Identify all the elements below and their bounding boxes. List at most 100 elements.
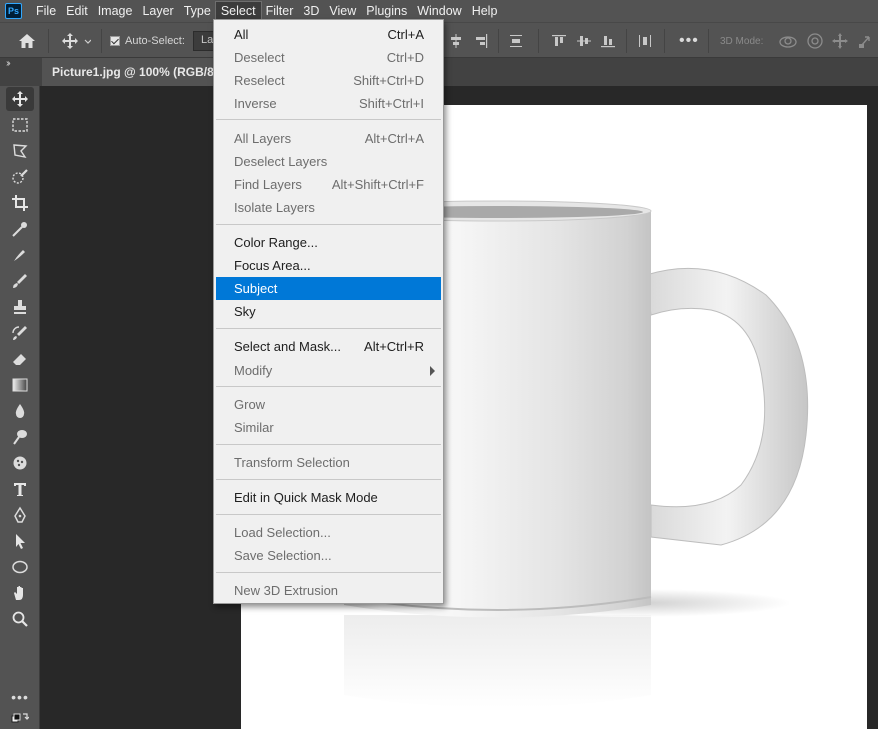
type-icon (14, 483, 26, 496)
align-right-edges-icon[interactable] (474, 34, 488, 48)
healing-brush-icon (14, 250, 25, 261)
marquee-tool[interactable] (6, 113, 34, 137)
shortcut-label: Ctrl+A (387, 27, 424, 42)
menu-item-load-selection[interactable]: Load Selection... (216, 521, 441, 544)
home-icon[interactable] (18, 23, 36, 59)
menu-separator (216, 224, 441, 225)
menu-item-modify[interactable]: Modify (216, 359, 441, 382)
photoshop-logo-icon[interactable]: Ps (5, 3, 22, 19)
healing-brush-tool[interactable] (6, 243, 34, 267)
brush-tool[interactable] (6, 269, 34, 293)
type-tool[interactable] (6, 477, 34, 501)
dodge-tool[interactable] (6, 425, 34, 449)
align-vertical-center-icon[interactable] (577, 34, 591, 48)
document-tab[interactable]: Picture1.jpg @ 100% (RGB/8#) (42, 58, 235, 86)
blur-icon (15, 404, 25, 418)
more-options-icon[interactable]: ••• (679, 23, 699, 59)
menu-filter[interactable]: Filter (261, 2, 299, 20)
crop-icon (12, 195, 28, 211)
distribute-horizontal-icon[interactable] (638, 34, 652, 48)
menu-item-label: Save Selection... (234, 548, 332, 563)
eraser-tool[interactable] (6, 347, 34, 371)
menu-view[interactable]: View (324, 2, 361, 20)
distribute-vertical-icon[interactable] (509, 34, 523, 48)
menu-item-subject[interactable]: Subject (216, 277, 441, 300)
menu-edit[interactable]: Edit (61, 2, 93, 20)
shortcut-label: Shift+Ctrl+D (353, 73, 424, 88)
eyedropper-tool[interactable] (6, 217, 34, 241)
menu-item-label: Sky (234, 304, 256, 319)
menu-separator (216, 119, 441, 120)
path-selection-tool[interactable] (6, 529, 34, 553)
menu-type[interactable]: Type (179, 2, 216, 20)
menu-item-quick-mask-mode[interactable]: Edit in Quick Mask Mode (216, 486, 441, 509)
more-tools[interactable]: ••• (6, 685, 34, 709)
zoom-icon (12, 611, 28, 627)
menu-image[interactable]: Image (93, 2, 138, 20)
move-tool[interactable] (6, 87, 34, 111)
menu-item-transform-selection[interactable]: Transform Selection (216, 451, 441, 474)
sponge-tool[interactable] (6, 451, 34, 475)
shortcut-label: Ctrl+D (386, 50, 424, 65)
auto-select-checkbox[interactable]: Auto-Select: (110, 23, 185, 59)
menu-item-sky[interactable]: Sky (216, 300, 441, 323)
menu-item-all[interactable]: All Ctrl+A (216, 23, 441, 46)
align-horizontal-center-icon[interactable] (449, 34, 463, 48)
menu-file[interactable]: File (31, 2, 61, 20)
menu-item-find-layers[interactable]: Find Layers Alt+Shift+Ctrl+F (216, 173, 441, 196)
shortcut-label: Alt+Shift+Ctrl+F (331, 177, 424, 192)
shape-tool[interactable] (6, 555, 34, 579)
menu-item-similar[interactable]: Similar (216, 416, 441, 439)
history-brush-icon (12, 326, 27, 340)
default-colors[interactable] (6, 710, 34, 726)
menu-plugins[interactable]: Plugins (361, 2, 412, 20)
gradient-tool[interactable] (6, 373, 34, 397)
quick-select-tool[interactable] (6, 165, 34, 189)
menu-layer[interactable]: Layer (137, 2, 178, 20)
menu-item-reselect[interactable]: Reselect Shift+Ctrl+D (216, 69, 441, 92)
3d-roll-icon[interactable] (806, 32, 824, 50)
marquee-icon (12, 118, 28, 132)
menu-item-inverse[interactable]: Inverse Shift+Ctrl+I (216, 92, 441, 115)
submenu-arrow-icon (430, 366, 435, 376)
move-tool-preset-icon[interactable] (61, 23, 91, 59)
divider (626, 29, 627, 53)
menu-3d[interactable]: 3D (298, 2, 324, 20)
menu-window[interactable]: Window (412, 2, 466, 20)
menu-item-label: Find Layers (234, 177, 302, 192)
menu-item-label: All (234, 27, 249, 42)
menu-item-all-layers[interactable]: All Layers Alt+Ctrl+A (216, 127, 441, 150)
zoom-tool[interactable] (6, 607, 34, 631)
menu-item-grow[interactable]: Grow (216, 393, 441, 416)
lasso-tool[interactable] (6, 139, 34, 163)
photoshop-window: Ps File Edit Image Layer Type Select Fil… (0, 0, 878, 729)
3d-pan-icon[interactable] (831, 32, 849, 50)
menu-item-new-3d-extrusion[interactable]: New 3D Extrusion (216, 579, 441, 602)
pen-tool[interactable] (6, 503, 34, 527)
menu-item-label: Grow (234, 397, 266, 412)
clone-stamp-tool[interactable] (6, 295, 34, 319)
checkbox-icon (110, 36, 120, 46)
menu-help[interactable]: Help (467, 2, 503, 20)
menu-item-label: Isolate Layers (234, 200, 315, 215)
menu-item-label: Focus Area... (234, 258, 311, 273)
menu-item-color-range[interactable]: Color Range... (216, 231, 441, 254)
align-bottom-edges-icon[interactable] (601, 34, 615, 48)
menu-item-save-selection[interactable]: Save Selection... (216, 544, 441, 567)
menu-item-deselect-layers[interactable]: Deselect Layers (216, 150, 441, 173)
menu-select[interactable]: Select (214, 1, 262, 21)
menu-item-isolate-layers[interactable]: Isolate Layers (216, 196, 441, 219)
history-brush-tool[interactable] (6, 321, 34, 345)
3d-slide-icon[interactable] (857, 32, 875, 50)
align-top-edges-icon[interactable] (552, 34, 566, 48)
menu-item-focus-area[interactable]: Focus Area... (216, 254, 441, 277)
crop-tool[interactable] (6, 191, 34, 215)
menu-item-label: Deselect Layers (234, 154, 328, 169)
blur-tool[interactable] (6, 399, 34, 423)
collapse-panels-icon[interactable]: ›› (6, 58, 10, 70)
menu-item-deselect[interactable]: Deselect Ctrl+D (216, 46, 441, 69)
menu-item-select-and-mask[interactable]: Select and Mask... Alt+Ctrl+R (216, 335, 441, 358)
menu-separator (216, 328, 441, 329)
hand-tool[interactable] (6, 581, 34, 605)
3d-orbit-icon[interactable] (778, 33, 798, 49)
